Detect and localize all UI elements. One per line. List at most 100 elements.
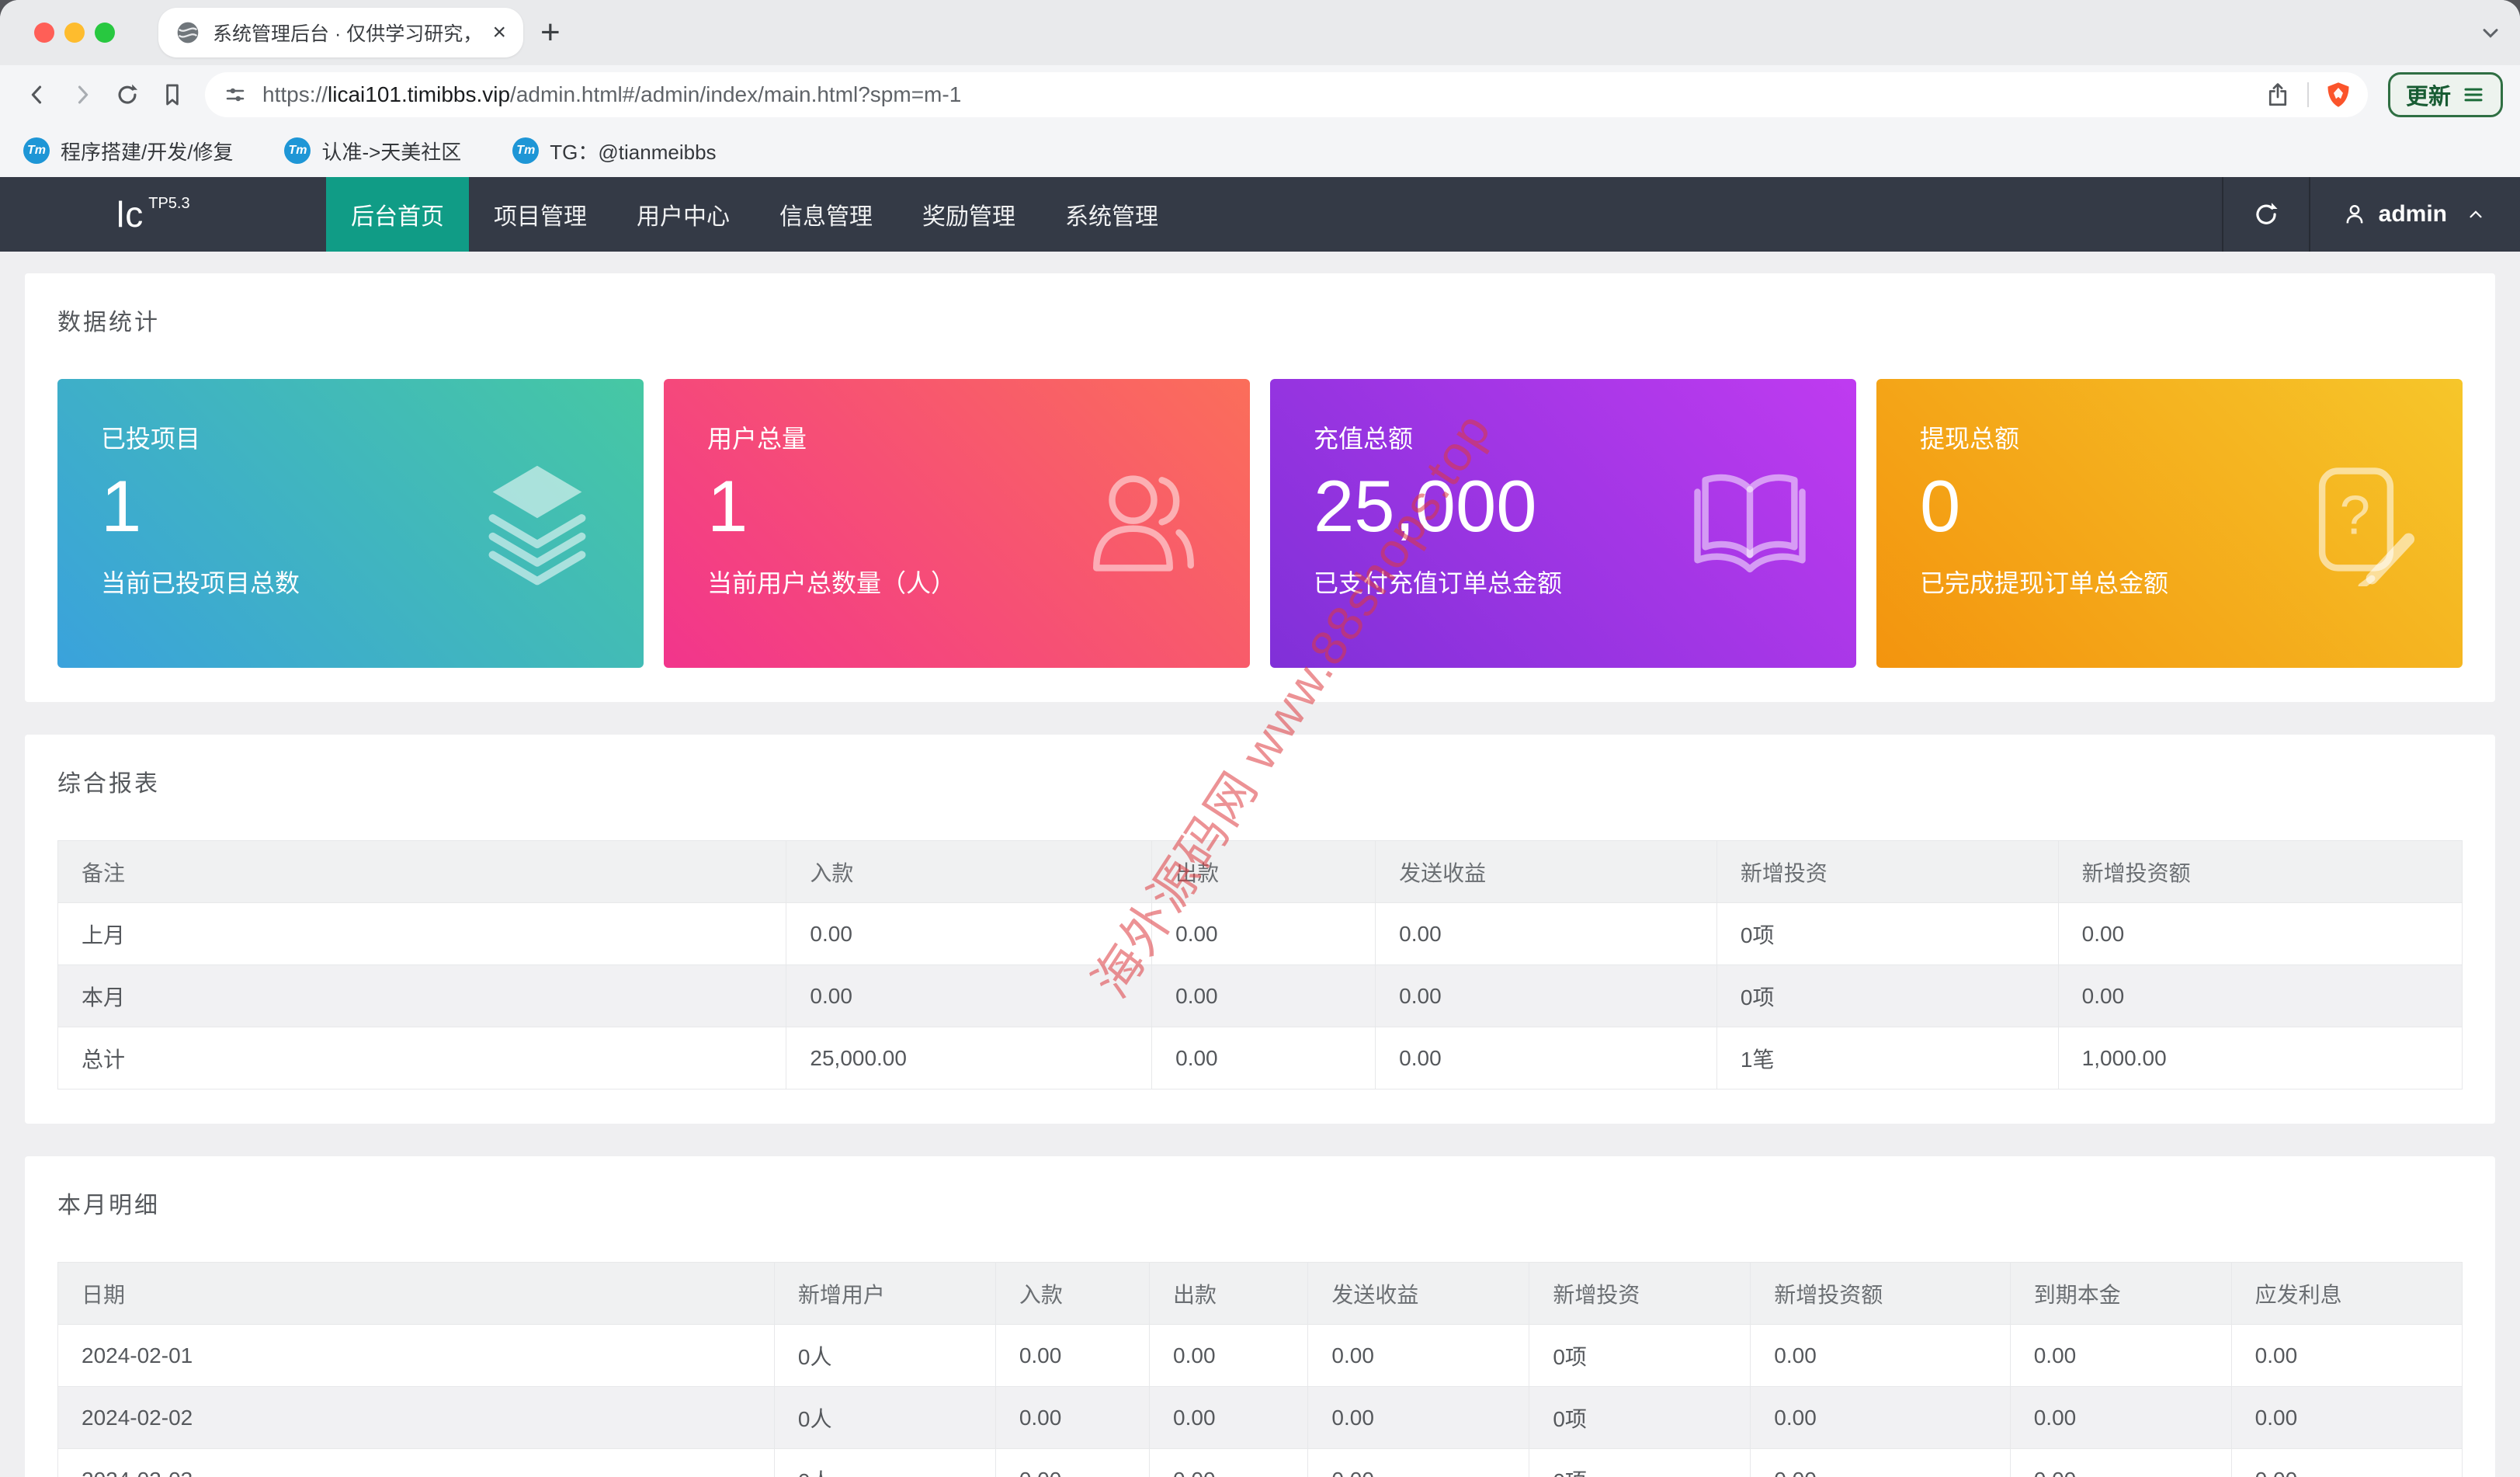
table-cell: 0.00 bbox=[1750, 1324, 2011, 1387]
bookmark-page-icon[interactable] bbox=[155, 78, 189, 112]
table-cell: 0.00 bbox=[1750, 1448, 2011, 1477]
nav-item-home[interactable]: 后台首页 bbox=[326, 177, 469, 252]
stat-cards: 已投项目 1 当前已投项目总数 用户总量 1 当前用户总数量（人） 充值总额 25,000 已支… bbox=[57, 379, 2463, 668]
bookmark-label: 程序搭建/开发/修复 bbox=[61, 140, 234, 164]
table-cell: 0.00 bbox=[1151, 964, 1376, 1027]
table-cell: 2024-02-01 bbox=[57, 1324, 775, 1387]
minimize-window-button[interactable] bbox=[64, 23, 85, 43]
detail-table: 日期 新增用户 入款 出款 发送收益 新增投资 新增投资额 到期本金 应发利息 2024-02-0… bbox=[57, 1262, 2463, 1477]
zoom-window-button[interactable] bbox=[95, 23, 115, 43]
card-label: 已投项目 bbox=[101, 425, 201, 453]
table-cell: 0项 bbox=[1529, 1324, 1751, 1387]
bookmark-item-2[interactable]: Tm TG：@tianmeibbs bbox=[512, 137, 717, 165]
column-header: 入款 bbox=[994, 1262, 1151, 1325]
column-header: 新增投资 bbox=[1716, 840, 2059, 903]
site-favicon-icon bbox=[175, 20, 200, 45]
table-cell: 0.00 bbox=[1151, 902, 1376, 965]
user-icon bbox=[2346, 204, 2363, 224]
table-cell: 0项 bbox=[1716, 964, 2059, 1027]
logo[interactable]: lc TP5.3 bbox=[0, 177, 326, 252]
column-header: 出款 bbox=[1149, 1262, 1309, 1325]
table-cell: 0.00 bbox=[1149, 1448, 1309, 1477]
table-cell: 0.00 bbox=[1750, 1386, 2011, 1449]
table-cell: 0.00 bbox=[1375, 1027, 1717, 1090]
bookmark-item-1[interactable]: Tm 认准->天美社区 bbox=[284, 137, 461, 165]
browser-window: 系统管理后台 · 仅供学习研究， × + https://licai101.ti… bbox=[0, 0, 2520, 1477]
report-panel: 综合报表 备注 入款 出款 发送收益 新增投资 新增投资额 上月 0.00 0.00 0.00 0项… bbox=[25, 735, 2495, 1124]
column-header: 应发利息 bbox=[2230, 1262, 2463, 1325]
column-header: 日期 bbox=[57, 1262, 775, 1325]
nav-item-info[interactable]: 信息管理 bbox=[755, 177, 897, 252]
stats-panel: 数据统计 已投项目 1 当前已投项目总数 用户总量 1 当前用户总数量（人） 充值总额 25,… bbox=[25, 273, 2495, 702]
tab-close-icon[interactable]: × bbox=[492, 19, 506, 46]
bookmark-favicon-icon: Tm bbox=[23, 137, 50, 164]
column-header: 发送收益 bbox=[1375, 840, 1717, 903]
document-question-icon: ? bbox=[2293, 460, 2419, 590]
detail-panel: 本月明细 日期 新增用户 入款 出款 发送收益 新增投资 新增投资额 到期本金 应发利息 2024… bbox=[25, 1156, 2495, 1477]
browser-toolbar: https://licai101.timibbs.vip/admin.html#… bbox=[0, 65, 2520, 124]
new-tab-button[interactable]: + bbox=[540, 16, 561, 50]
update-button[interactable]: 更新 bbox=[2387, 72, 2503, 117]
chevron-up-icon bbox=[2470, 210, 2482, 218]
card-label: 用户总量 bbox=[707, 425, 807, 453]
table-cell: 25,000.00 bbox=[786, 1027, 1153, 1090]
column-header: 新增用户 bbox=[773, 1262, 996, 1325]
svg-text:?: ? bbox=[2340, 485, 2370, 547]
tab-strip: 系统管理后台 · 仅供学习研究， × + bbox=[0, 0, 2520, 65]
column-header: 发送收益 bbox=[1307, 1262, 1530, 1325]
share-icon[interactable] bbox=[2264, 81, 2292, 109]
nav-item-system[interactable]: 系统管理 bbox=[1040, 177, 1183, 252]
stat-card-1: 用户总量 1 当前用户总数量（人） bbox=[664, 379, 1250, 668]
nav-item-project[interactable]: 项目管理 bbox=[469, 177, 612, 252]
table-cell: 0.00 bbox=[994, 1448, 1151, 1477]
table-cell: 0.00 bbox=[2009, 1324, 2232, 1387]
table-cell: 0.00 bbox=[1375, 902, 1717, 965]
table-cell: 0.00 bbox=[2057, 964, 2463, 1027]
brave-shields-icon[interactable] bbox=[2324, 81, 2352, 109]
table-cell: 1笔 bbox=[1716, 1027, 2059, 1090]
stat-card-3: 提现总额 0 已完成提现订单总金额? bbox=[1876, 379, 2463, 668]
table-cell: 0人 bbox=[773, 1386, 996, 1449]
book-icon bbox=[1687, 460, 1813, 586]
nav-item-reward[interactable]: 奖励管理 bbox=[897, 177, 1040, 252]
table-cell: 0人 bbox=[773, 1324, 996, 1387]
table-cell: 2024-02-03 bbox=[57, 1448, 775, 1477]
browser-tab[interactable]: 系统管理后台 · 仅供学习研究， × bbox=[158, 8, 523, 57]
table-cell: 0项 bbox=[1716, 902, 2059, 965]
table-cell: 0.00 bbox=[2230, 1448, 2463, 1477]
url-text: https://licai101.timibbs.vip/admin.html#… bbox=[262, 82, 962, 106]
divider bbox=[2307, 82, 2309, 107]
back-button[interactable] bbox=[20, 78, 54, 112]
username: admin bbox=[2378, 201, 2447, 227]
main-menu: 后台首页 项目管理 用户中心 信息管理 奖励管理 系统管理 bbox=[326, 177, 1183, 252]
user-menu[interactable]: admin bbox=[2310, 177, 2520, 252]
table-cell: 0.00 bbox=[1375, 964, 1717, 1027]
forward-button[interactable] bbox=[65, 78, 99, 112]
table-cell: 0.00 bbox=[2009, 1448, 2232, 1477]
stat-card-2: 充值总额 25,000 已支付充值订单总金额 bbox=[1270, 379, 1856, 668]
table-row: 2024-02-01 0人 0.00 0.00 0.00 0项 0.00 0.00 0.00 bbox=[57, 1324, 2463, 1387]
table-cell: 0.00 bbox=[2057, 902, 2463, 965]
tab-list-chevron-icon[interactable] bbox=[2478, 20, 2503, 45]
table-row: 总计 25,000.00 0.00 0.00 1笔 1,000.00 bbox=[57, 1027, 2463, 1090]
reload-button[interactable] bbox=[110, 78, 144, 112]
table-cell: 0.00 bbox=[1149, 1386, 1309, 1449]
bookmark-item-0[interactable]: Tm 程序搭建/开发/修复 bbox=[23, 137, 233, 165]
bookmark-favicon-icon: Tm bbox=[512, 137, 540, 164]
main-content: 数据统计 已投项目 1 当前已投项目总数 用户总量 1 当前用户总数量（人） 充值总额 25,… bbox=[0, 252, 2520, 1477]
column-header: 入款 bbox=[786, 840, 1153, 903]
card-label: 提现总额 bbox=[1920, 425, 2020, 453]
table-header-row: 备注 入款 出款 发送收益 新增投资 新增投资额 bbox=[57, 840, 2463, 903]
refresh-button[interactable] bbox=[2223, 177, 2309, 252]
nav-item-user-center[interactable]: 用户中心 bbox=[612, 177, 755, 252]
table-cell: 0.00 bbox=[1151, 1027, 1376, 1090]
close-window-button[interactable] bbox=[34, 23, 54, 43]
bookmark-favicon-icon: Tm bbox=[284, 137, 311, 164]
url-bar[interactable]: https://licai101.timibbs.vip/admin.html#… bbox=[205, 72, 2368, 117]
table-cell: 0.00 bbox=[1307, 1386, 1530, 1449]
section-title-report: 综合报表 bbox=[57, 771, 160, 797]
table-row: 本月 0.00 0.00 0.00 0项 0.00 bbox=[57, 964, 2463, 1027]
table-row: 上月 0.00 0.00 0.00 0项 0.00 bbox=[57, 902, 2463, 965]
site-settings-icon[interactable] bbox=[224, 83, 247, 106]
table-row: 2024-02-030人0.000.000.000项0.000.000.00 bbox=[57, 1448, 2463, 1477]
